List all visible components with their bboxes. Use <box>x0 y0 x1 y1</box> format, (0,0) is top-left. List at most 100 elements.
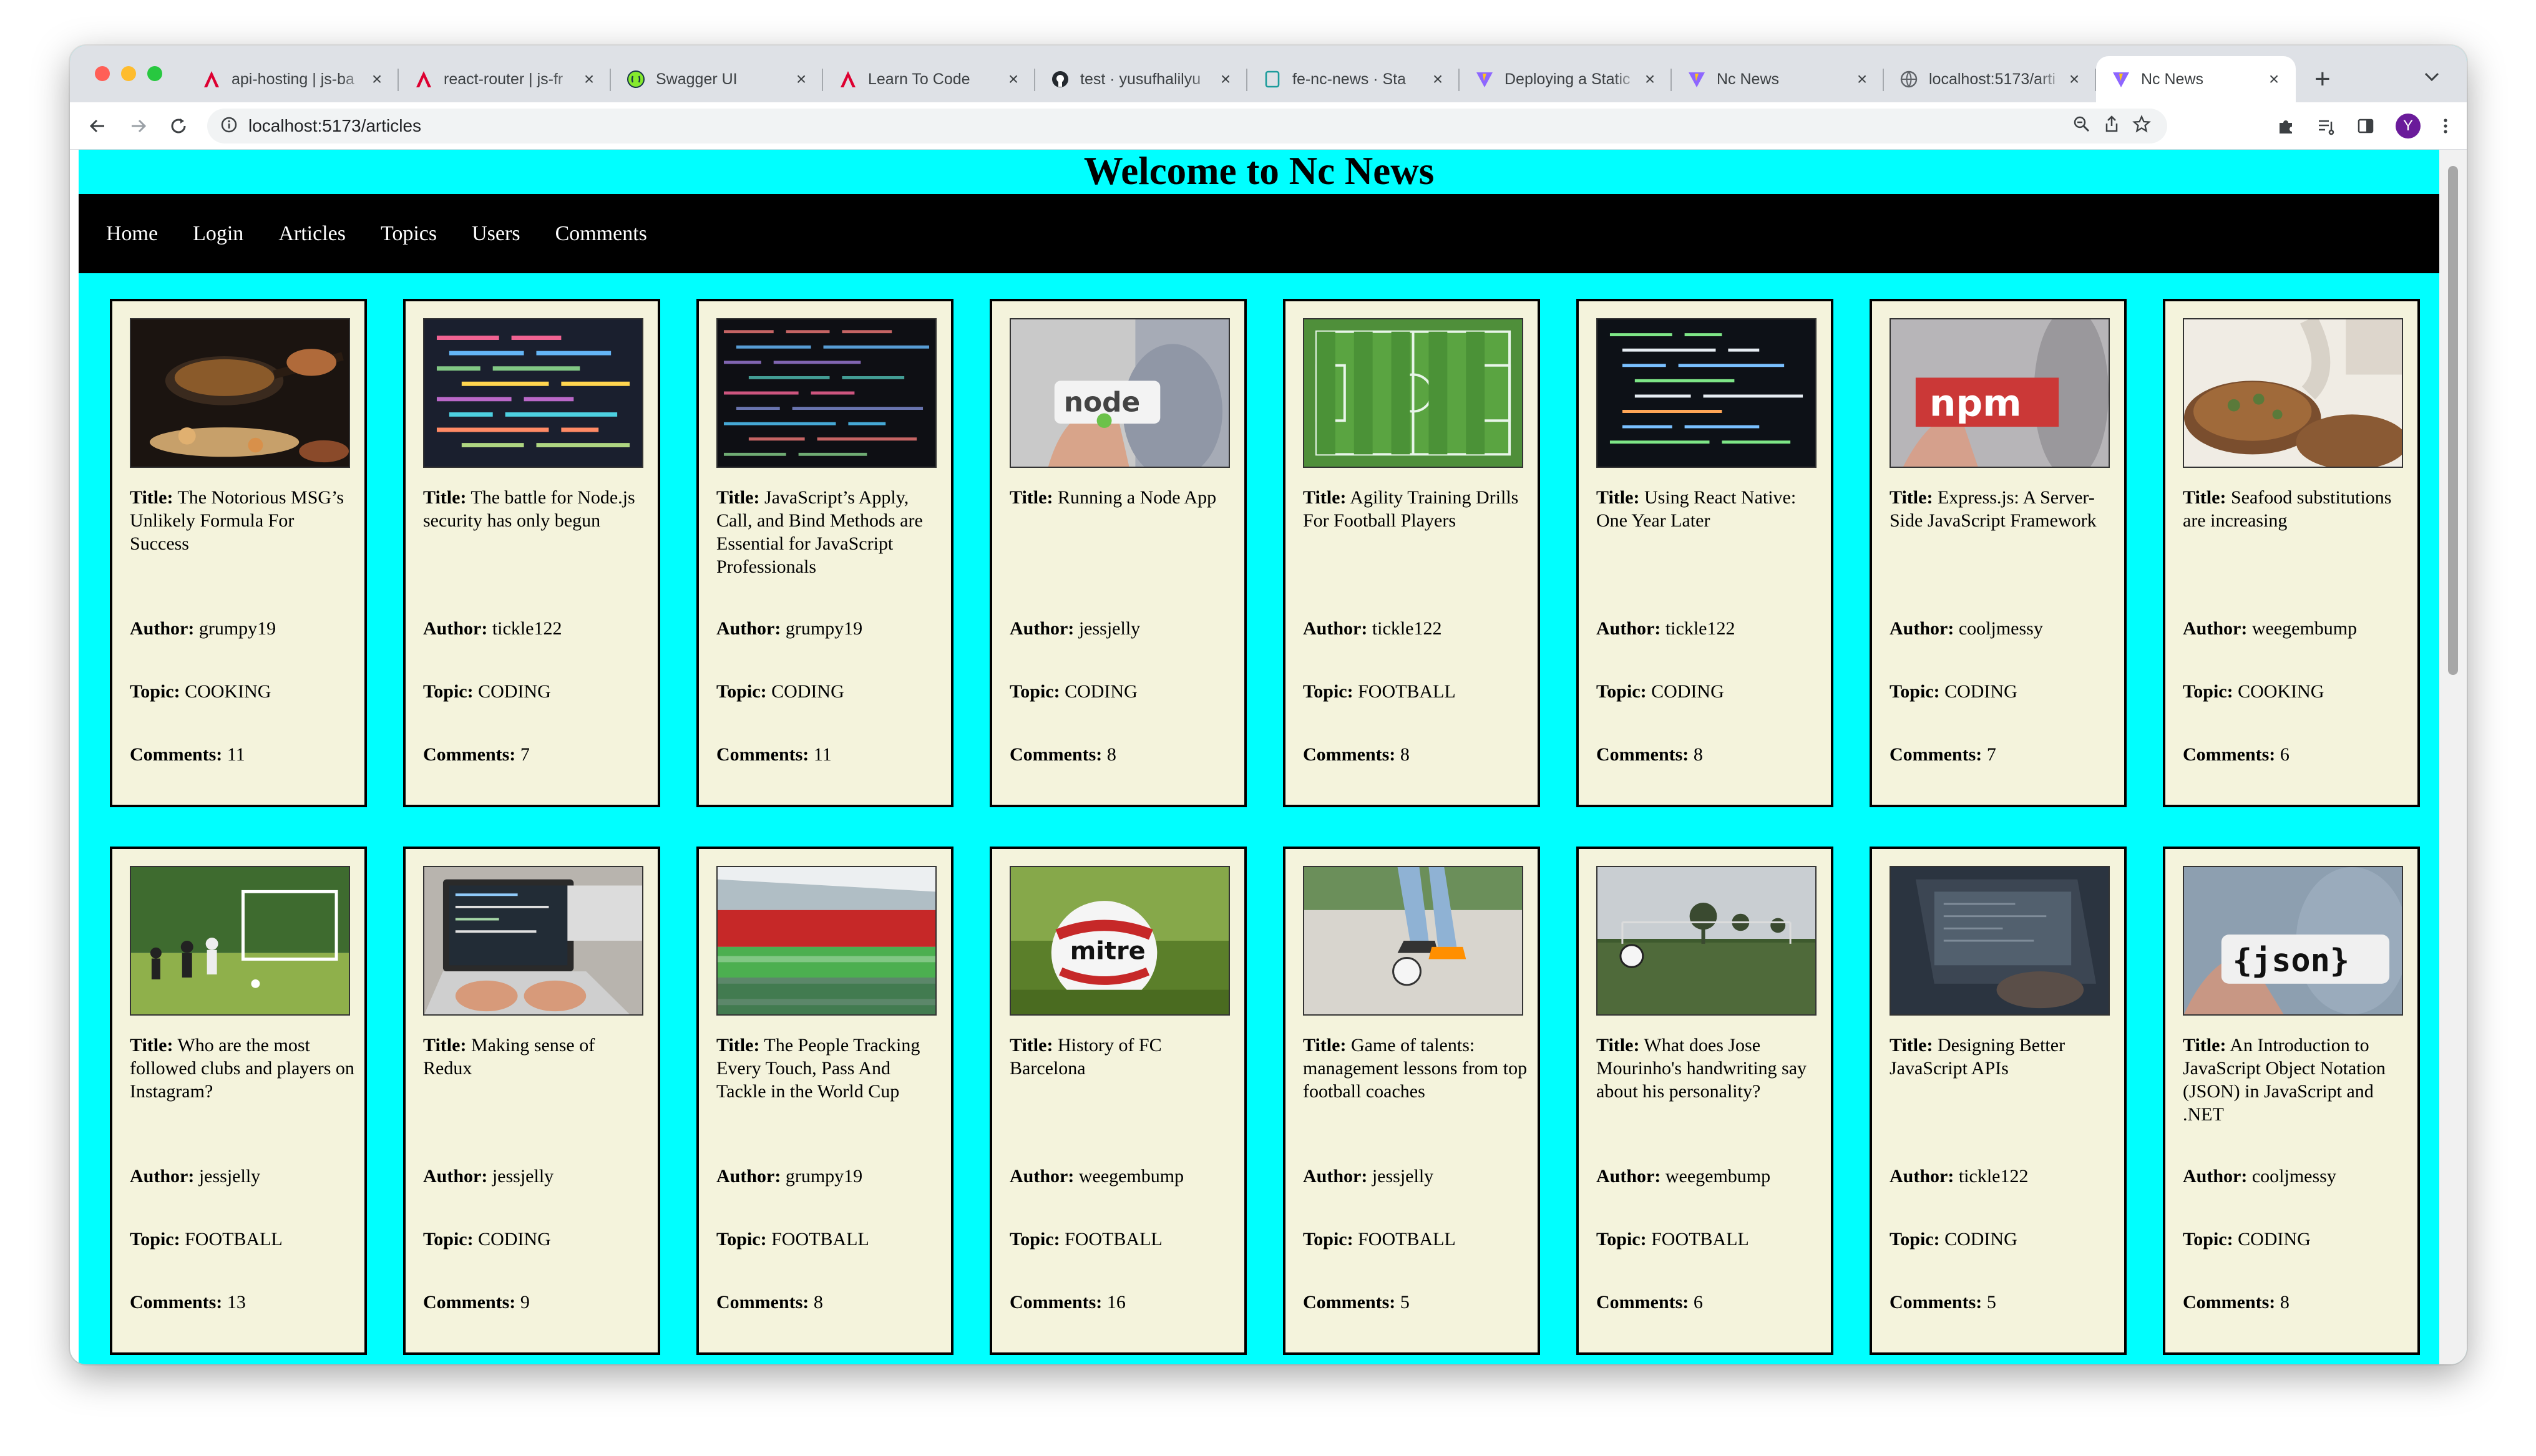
article-image[interactable] <box>130 318 350 468</box>
tab-close-icon[interactable]: × <box>1216 69 1235 89</box>
article-comments-label: Comments: <box>1303 744 1396 765</box>
article-comments-label: Comments: <box>423 744 516 765</box>
browser-tab[interactable]: react-router | js-fr × <box>399 56 611 102</box>
nav-link-articles[interactable]: Articles <box>278 222 346 246</box>
profile-avatar[interactable]: Y <box>2393 111 2423 141</box>
article-card[interactable]: Title: JavaScript’s Apply, Call, and Bin… <box>696 299 953 807</box>
tab-close-icon[interactable]: × <box>368 69 386 89</box>
article-image[interactable] <box>2183 318 2403 468</box>
article-image[interactable]: mitre <box>1010 866 1230 1016</box>
more-menu-icon[interactable] <box>2431 111 2460 141</box>
article-image[interactable] <box>1596 318 1817 468</box>
tab-close-icon[interactable]: × <box>1428 69 1447 89</box>
article-card[interactable]: Title: What does Jose Mourinho's handwri… <box>1576 847 1833 1355</box>
bookmark-star-icon[interactable] <box>2132 115 2151 137</box>
reading-list-icon[interactable] <box>2311 111 2341 141</box>
article-image[interactable] <box>1303 318 1523 468</box>
article-title-label: Title: <box>1890 1035 1933 1056</box>
article-image[interactable] <box>716 318 937 468</box>
forward-arrow-icon[interactable] <box>124 111 154 141</box>
minimize-window-button[interactable] <box>121 66 136 81</box>
back-arrow-icon[interactable] <box>82 111 112 141</box>
article-comments-value: 8 <box>1400 744 1410 765</box>
page-scrollbar[interactable] <box>2439 150 2467 1364</box>
globe-icon <box>1899 69 1919 89</box>
nav-link-users[interactable]: Users <box>472 222 520 246</box>
tab-close-icon[interactable]: × <box>580 69 598 89</box>
article-card[interactable]: node Title: Running a Node App Author: jes… <box>990 299 1247 807</box>
article-card[interactable]: Title: The battle for Node.js security h… <box>403 299 660 807</box>
article-image[interactable] <box>1596 866 1817 1016</box>
article-comments-value: 11 <box>813 744 832 765</box>
browser-tab[interactable]: Nc News × <box>1672 56 1884 102</box>
article-card[interactable]: Title: Seafood substitutions are increas… <box>2163 299 2420 807</box>
article-title-label: Title: <box>1010 487 1053 508</box>
browser-tab[interactable]: api-hosting | js-ba × <box>187 56 399 102</box>
share-icon[interactable] <box>2102 115 2121 137</box>
page-content[interactable]: Welcome to Nc News Home Login Articles Topi… <box>79 150 2439 1364</box>
tab-close-icon[interactable]: × <box>2065 69 2084 89</box>
nav-link-topics[interactable]: Topics <box>381 222 437 246</box>
article-card[interactable]: Title: Using React Native: One Year Late… <box>1576 299 1833 807</box>
zoom-icon[interactable] <box>2072 115 2091 137</box>
browser-tab[interactable]: fe-nc-news · Sta × <box>1247 56 1460 102</box>
browser-tab[interactable]: Nc News × <box>2096 56 2296 102</box>
article-author-value: jessjelly <box>198 1166 261 1187</box>
browser-tab[interactable]: Deploying a Static × <box>1460 56 1672 102</box>
article-card[interactable]: {json} Title: An Introduction to JavaScri… <box>2163 847 2420 1355</box>
article-comments-value: 11 <box>227 744 245 765</box>
article-image[interactable] <box>130 866 350 1016</box>
tab-close-icon[interactable]: × <box>1004 69 1023 89</box>
side-panel-icon[interactable] <box>2351 111 2381 141</box>
close-window-button[interactable] <box>95 66 110 81</box>
nav-link-login[interactable]: Login <box>193 222 243 246</box>
tab-close-icon[interactable]: × <box>792 69 811 89</box>
maximize-window-button[interactable] <box>147 66 162 81</box>
article-image[interactable] <box>716 866 937 1016</box>
svg-text:node: node <box>1064 387 1141 419</box>
article-card[interactable]: Title: Designing Better JavaScript APIs A… <box>1870 847 2127 1355</box>
article-image[interactable]: node <box>1010 318 1230 468</box>
article-image[interactable] <box>423 318 643 468</box>
article-comments: Comments: 7 <box>1890 744 2114 765</box>
article-card[interactable]: mitre Title: History of FC Barcelona Autho… <box>990 847 1247 1355</box>
article-comments-label: Comments: <box>716 744 809 765</box>
tab-search-chevron-icon[interactable] <box>2417 62 2447 92</box>
article-card[interactable]: Title: Game of talents: management lesso… <box>1283 847 1540 1355</box>
article-topic-label: Topic: <box>423 681 474 702</box>
article-author-value: jessjelly <box>492 1166 554 1187</box>
article-topic-label: Topic: <box>2183 1229 2233 1250</box>
article-card[interactable]: Title: Making sense of Redux Author: jess… <box>403 847 660 1355</box>
nav-link-comments[interactable]: Comments <box>555 222 647 246</box>
article-image[interactable] <box>423 866 643 1016</box>
tab-close-icon[interactable]: × <box>2265 69 2283 89</box>
article-author: Author: tickle122 <box>1303 618 1528 639</box>
article-author-label: Author: <box>130 618 195 639</box>
nav-link-home[interactable]: Home <box>106 222 158 246</box>
article-card[interactable]: npm Title: Express.js: A Server-Side Java… <box>1870 299 2127 807</box>
url-text[interactable]: localhost:5173/articles <box>248 116 421 136</box>
new-tab-button[interactable]: + <box>2314 61 2331 98</box>
tab-close-icon[interactable]: × <box>1641 69 1659 89</box>
article-card[interactable]: Title: The Notorious MSG’s Unlikely Form… <box>110 299 367 807</box>
article-image[interactable] <box>1303 866 1523 1016</box>
browser-tab[interactable]: test · yusufhalilyu × <box>1035 56 1247 102</box>
article-card[interactable]: Title: Who are the most followed clubs a… <box>110 847 367 1355</box>
browser-tab[interactable]: localhost:5173/arti × <box>1884 56 2096 102</box>
tab-close-icon[interactable]: × <box>1853 69 1871 89</box>
tab-title: api-hosting | js-ba <box>232 70 354 88</box>
article-card[interactable]: Title: Agility Training Drills For Footb… <box>1283 299 1540 807</box>
article-image[interactable] <box>1890 866 2110 1016</box>
browser-tab[interactable]: Learn To Code × <box>823 56 1035 102</box>
scrollbar-thumb[interactable] <box>2448 166 2458 675</box>
reload-icon[interactable] <box>163 111 193 141</box>
article-image[interactable]: {json} <box>2183 866 2403 1016</box>
article-topic: Topic: CODING <box>1596 681 1821 702</box>
browser-tab[interactable]: Swagger UI × <box>611 56 823 102</box>
extensions-icon[interactable] <box>2271 111 2301 141</box>
article-comments-value: 7 <box>1986 744 1996 765</box>
article-image[interactable]: npm <box>1890 318 2110 468</box>
address-bar[interactable]: localhost:5173/articles <box>207 109 2167 143</box>
site-info-icon[interactable] <box>221 117 237 136</box>
article-card[interactable]: Title: The People Tracking Every Touch, … <box>696 847 953 1355</box>
